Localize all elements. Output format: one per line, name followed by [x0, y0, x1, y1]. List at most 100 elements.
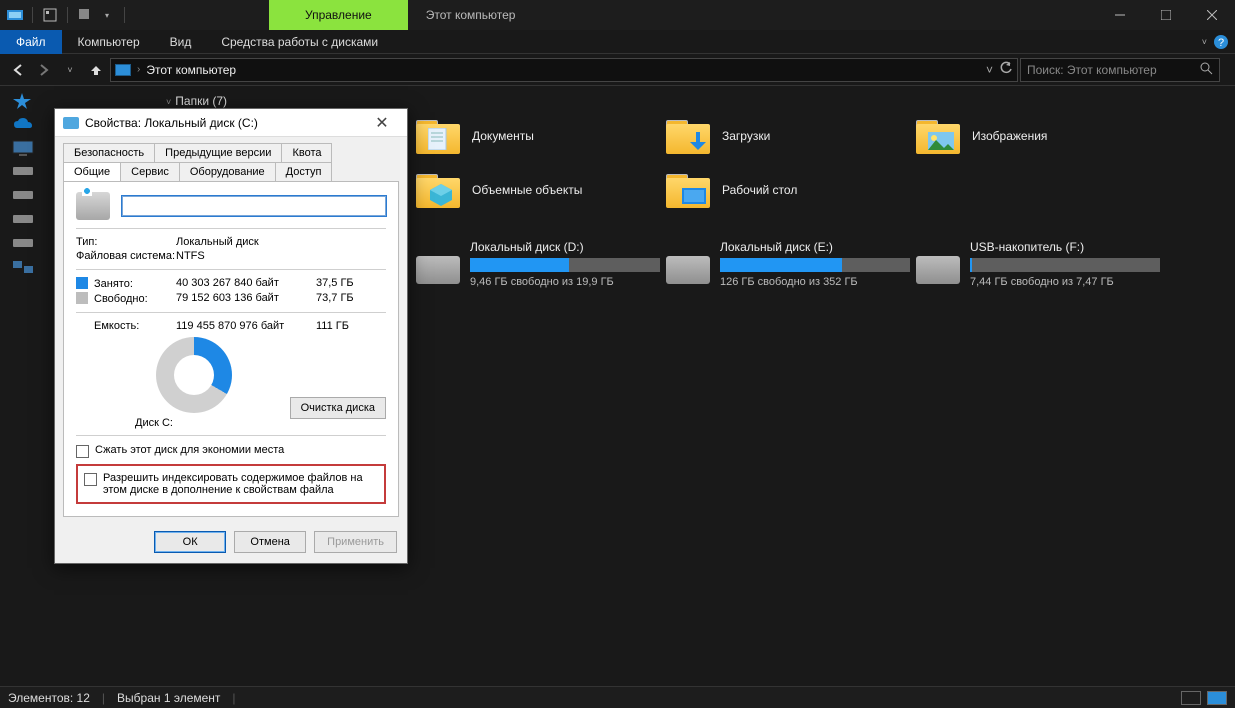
type-label: Тип:	[76, 236, 176, 248]
folder-label: Загрузки	[722, 129, 770, 143]
ok-button[interactable]: ОК	[154, 531, 226, 553]
drive-icon[interactable]	[12, 188, 34, 206]
folder-icon	[416, 118, 460, 154]
drive-icon[interactable]	[12, 236, 34, 254]
usage-pie-chart	[156, 337, 232, 413]
forward-button[interactable]	[32, 58, 56, 82]
ribbon-context-tab[interactable]: Управление	[269, 0, 408, 30]
tab-file[interactable]: Файл	[0, 30, 62, 54]
checkbox-icon[interactable]	[84, 473, 97, 486]
folder-documents[interactable]: Документы	[416, 118, 666, 154]
folder-downloads[interactable]: Загрузки	[666, 118, 916, 154]
index-checkbox-row[interactable]: Разрешить индексировать содержимое файло…	[84, 472, 378, 496]
quick-access-toolbar: ▾	[0, 6, 129, 24]
back-button[interactable]	[6, 58, 30, 82]
type-value: Локальный диск	[176, 236, 316, 248]
tab-view[interactable]: Вид	[156, 30, 206, 54]
window-controls	[1097, 0, 1235, 30]
properties-icon[interactable]	[41, 6, 59, 24]
close-button[interactable]	[1189, 0, 1235, 30]
dialog-tabs-row-1: Безопасность Предыдущие версии Квота	[55, 137, 407, 162]
separator	[67, 7, 68, 23]
dialog-title: Свойства: Локальный диск (C:)	[85, 116, 258, 130]
address-bar[interactable]: › Этот компьютер ˅	[110, 58, 1018, 82]
quick-access-icon[interactable]	[12, 92, 34, 110]
ribbon-collapse-icon[interactable]: ˅	[1202, 37, 1207, 47]
drive-e[interactable]: Локальный диск (E:) 126 ГБ свободно из 3…	[666, 240, 916, 288]
close-icon[interactable]: ✕	[365, 113, 399, 133]
capacity-label: Емкость:	[76, 320, 176, 332]
drive-label: USB-накопитель (F:)	[970, 240, 1160, 254]
folder-label: Документы	[472, 129, 534, 143]
up-button[interactable]	[84, 58, 108, 82]
app-icon	[6, 6, 24, 24]
checkbox-icon[interactable]	[76, 445, 89, 458]
folder-label: Изображения	[972, 129, 1047, 143]
used-bytes: 40 303 267 840 байт	[176, 277, 316, 290]
drive-icon	[76, 192, 110, 220]
tab-general[interactable]: Общие	[63, 162, 121, 181]
general-tab-pane: Тип: Локальный диск Файловая система: NT…	[63, 181, 399, 517]
index-label: Разрешить индексировать содержимое файло…	[103, 472, 378, 496]
tab-previous-versions[interactable]: Предыдущие версии	[154, 143, 282, 162]
apply-button[interactable]: Применить	[314, 531, 397, 553]
drive-f[interactable]: USB-накопитель (F:) 7,44 ГБ свободно из …	[916, 240, 1166, 288]
view-large-icons-icon[interactable]	[1207, 691, 1227, 705]
drive-name-input[interactable]	[122, 196, 386, 216]
drive-icon[interactable]	[12, 212, 34, 230]
usage-bar	[720, 258, 910, 272]
chevron-down-icon[interactable]: ˅	[986, 63, 993, 77]
drive-icon	[916, 256, 960, 284]
window-titlebar: ▾ Управление Этот компьютер	[0, 0, 1235, 30]
disk-label: Диск C:	[76, 417, 232, 429]
network-icon[interactable]	[12, 260, 34, 278]
minimize-button[interactable]	[1097, 0, 1143, 30]
cancel-button[interactable]: Отмена	[234, 531, 306, 553]
folders-section-header[interactable]: ˅Папки (7)	[166, 94, 1235, 108]
drive-free-text: 7,44 ГБ свободно из 7,47 ГБ	[970, 276, 1160, 288]
drive-d[interactable]: Локальный диск (D:) 9,46 ГБ свободно из …	[416, 240, 666, 288]
free-bytes: 79 152 603 136 байт	[176, 292, 316, 305]
tab-computer[interactable]: Компьютер	[64, 30, 154, 54]
tab-quota[interactable]: Квота	[281, 143, 332, 162]
tab-drive-tools[interactable]: Средства работы с дисками	[207, 30, 392, 54]
refresh-icon[interactable]	[999, 61, 1013, 78]
compress-checkbox-row[interactable]: Сжать этот диск для экономии места	[76, 444, 386, 458]
this-pc-icon[interactable]	[12, 140, 34, 158]
chevron-down-icon[interactable]: ▾	[98, 6, 116, 24]
tab-tools[interactable]: Сервис	[120, 162, 180, 181]
index-option-highlight: Разрешить индексировать содержимое файло…	[76, 464, 386, 504]
onedrive-icon[interactable]	[12, 116, 34, 134]
view-details-icon[interactable]	[1181, 691, 1201, 705]
folder-3d-objects[interactable]: Объемные объекты	[416, 172, 666, 208]
search-box[interactable]: Поиск: Этот компьютер	[1020, 58, 1220, 82]
used-human: 37,5 ГБ	[316, 277, 376, 290]
usage-bar	[970, 258, 1160, 272]
recent-dropdown-icon[interactable]: ˅	[58, 58, 82, 82]
tab-hardware[interactable]: Оборудование	[179, 162, 276, 181]
drive-icon	[416, 256, 460, 284]
tab-security[interactable]: Безопасность	[63, 143, 155, 162]
nav-sidebar	[0, 86, 46, 686]
chevron-right-icon[interactable]: ›	[137, 64, 140, 75]
dropdown-icon[interactable]	[76, 6, 94, 24]
breadcrumb[interactable]: Этот компьютер	[146, 63, 236, 77]
disk-cleanup-button[interactable]: Очистка диска	[290, 397, 386, 419]
folder-pictures[interactable]: Изображения	[916, 118, 1166, 154]
drive-free-text: 9,46 ГБ свободно из 19,9 ГБ	[470, 276, 660, 288]
folder-label: Рабочий стол	[722, 183, 797, 197]
drive-icon[interactable]	[12, 164, 34, 182]
drive-icon	[63, 117, 79, 129]
drive-label: Локальный диск (E:)	[720, 240, 910, 254]
dialog-titlebar[interactable]: Свойства: Локальный диск (C:) ✕	[55, 109, 407, 137]
free-label: Свободно:	[94, 293, 148, 305]
help-icon[interactable]: ?	[1213, 34, 1229, 50]
this-pc-icon	[115, 64, 131, 76]
maximize-button[interactable]	[1143, 0, 1189, 30]
folder-desktop[interactable]: Рабочий стол	[666, 172, 916, 208]
tab-sharing[interactable]: Доступ	[275, 162, 333, 181]
status-bar: Элементов: 12 | Выбран 1 элемент |	[0, 686, 1235, 708]
drive-icon	[666, 256, 710, 284]
search-placeholder: Поиск: Этот компьютер	[1027, 63, 1157, 77]
search-icon[interactable]	[1199, 61, 1213, 78]
